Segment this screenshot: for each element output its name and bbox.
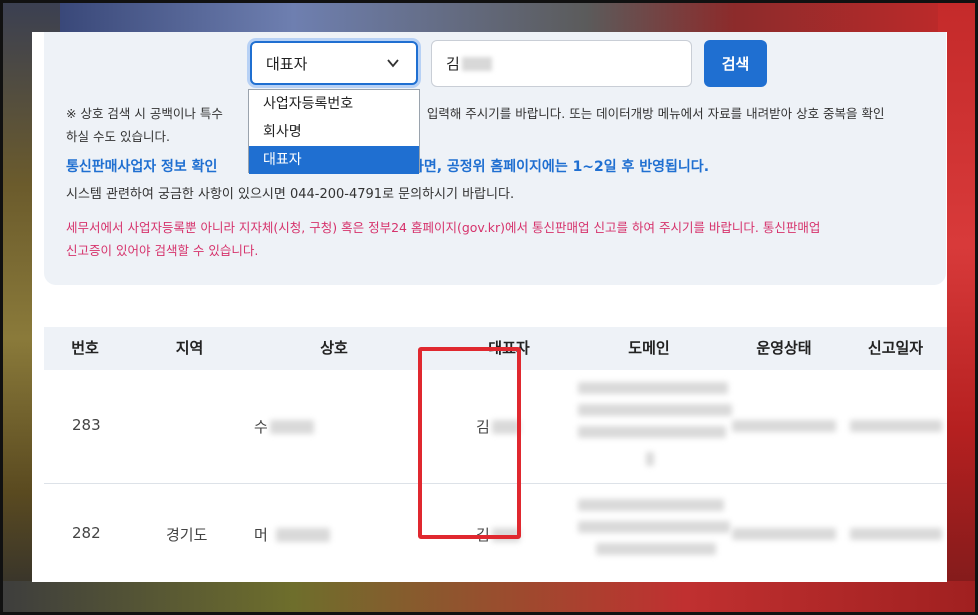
header-company: 상호: [320, 339, 348, 357]
representative-highlight-box: [418, 347, 521, 539]
reflection-notice: 통신판매사업자 정보 확인 등록하면, 공정위 홈페이지에는 1~2일 후 반영…: [66, 159, 710, 175]
search-input-value: 김: [446, 55, 460, 73]
search-type-dropdown: 사업자등록번호 회사명 대표자: [248, 89, 420, 174]
registration-warning: 세무서에서 사업자등록뿐 아니라 지자체(시청, 구청) 혹은 정부24 홈페이…: [66, 220, 821, 258]
search-button[interactable]: 검색: [704, 40, 767, 87]
notice-text-part3: 하실 수도 있습니다.: [66, 129, 170, 144]
contact-notice: 시스템 관련하여 궁금한 사항이 있으시면 044-200-4791로 문의하시…: [66, 187, 515, 202]
notice-text-part1: ※ 상호 검색 시 공백이나 특수: [66, 106, 223, 121]
dropdown-option-business-number[interactable]: 사업자등록번호: [249, 90, 419, 118]
header-report-date: 신고일자: [867, 339, 924, 357]
search-notice: ※ 상호 검색 시 공백이나 특수 입력해 주시기를 바랍니다. 또는 데이터개…: [66, 102, 936, 148]
dropdown-option-representative[interactable]: 대표자: [249, 146, 419, 174]
header-domain: 도메인: [628, 339, 670, 357]
search-area: 대표자 김 검색 사업자등록번호 회사명 대표자 ※ 상호 검색 시 공백이나 …: [44, 32, 946, 285]
header-number: 번호: [71, 339, 99, 357]
row-number: 282: [72, 524, 101, 542]
redacted-status: [732, 528, 836, 540]
search-type-select[interactable]: 대표자: [250, 41, 418, 85]
redacted-date: [850, 528, 942, 540]
row-company: 수: [254, 418, 268, 436]
background-photo-bottom: [0, 581, 978, 615]
search-type-value: 대표자: [266, 54, 308, 73]
chevron-down-icon: [387, 59, 399, 68]
search-input[interactable]: 김: [431, 40, 692, 87]
redacted-date: [850, 420, 942, 432]
notice-text-part2: 입력해 주시기를 바랍니다. 또는 데이터개방 메뉴에서 자료를 내려받아 상호…: [426, 106, 885, 121]
dropdown-option-company-name[interactable]: 회사명: [249, 118, 419, 146]
row-number: 283: [72, 416, 101, 434]
redacted-domain: [578, 499, 724, 511]
redacted-company: [276, 528, 330, 542]
row-region: 경기도: [166, 526, 208, 544]
redacted-text: [461, 56, 492, 71]
header-status: 운영상태: [756, 339, 812, 357]
redacted-status: [732, 420, 836, 432]
redacted-domain: [578, 382, 728, 394]
header-region: 지역: [175, 339, 204, 357]
row-company: 머: [254, 526, 268, 544]
redacted-company: [270, 420, 314, 434]
